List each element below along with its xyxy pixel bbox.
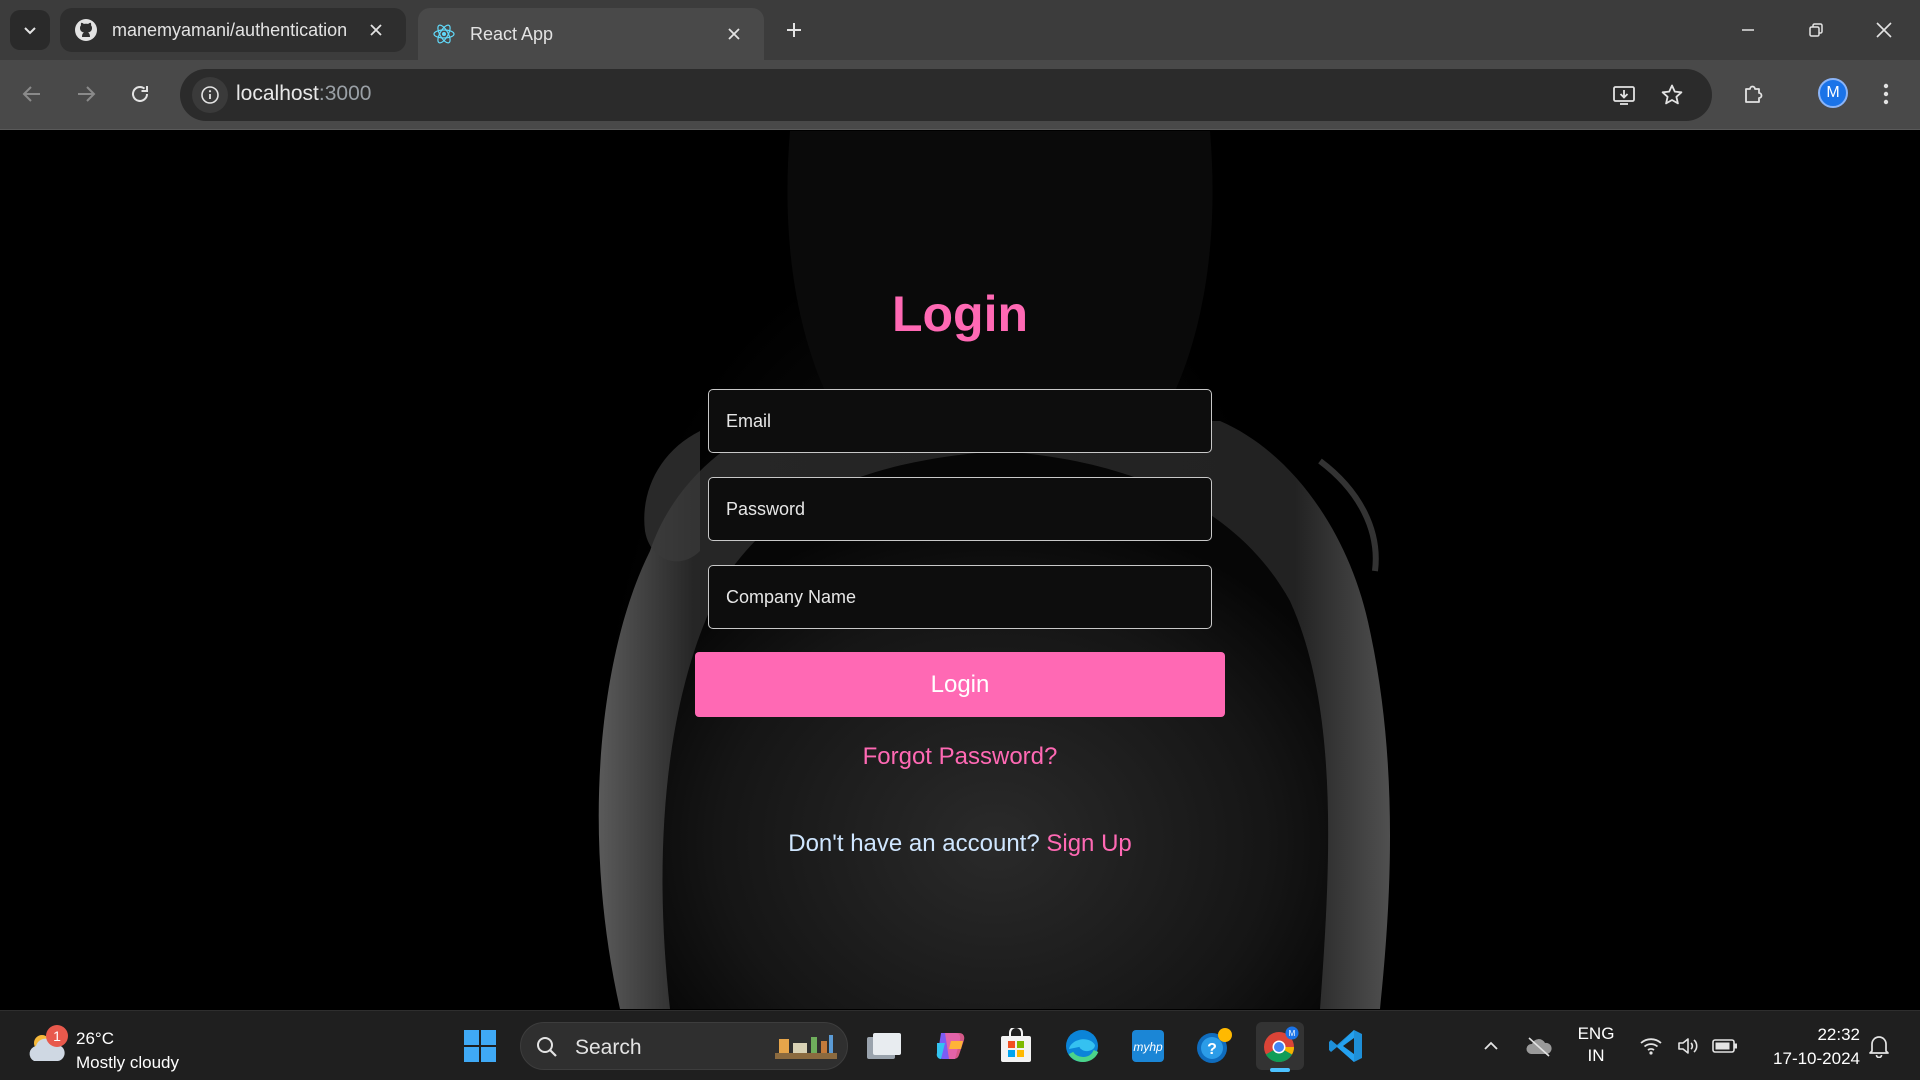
profile-avatar[interactable]: M bbox=[1818, 78, 1848, 108]
signup-prompt-text: Don't have an account? bbox=[788, 830, 1040, 857]
info-icon bbox=[201, 86, 219, 104]
arrow-left-icon bbox=[22, 86, 40, 102]
new-tab-button[interactable] bbox=[776, 12, 812, 48]
edge-icon[interactable] bbox=[1058, 1022, 1106, 1070]
url-host: localhost bbox=[236, 82, 319, 105]
forgot-password-link[interactable]: Forgot Password? bbox=[0, 743, 1920, 771]
tab-title: manemyamani/authentication bbox=[112, 19, 348, 40]
wifi-icon[interactable] bbox=[1636, 1031, 1666, 1061]
notification-bell-icon[interactable] bbox=[1864, 1031, 1894, 1061]
get-help-icon[interactable]: ? bbox=[1190, 1022, 1238, 1070]
tab-title: React App bbox=[470, 23, 554, 44]
install-app-icon[interactable] bbox=[1608, 79, 1640, 111]
svg-text:M: M bbox=[1289, 1029, 1296, 1038]
microsoft-store-icon[interactable] bbox=[992, 1022, 1040, 1070]
lang-line1: ENG bbox=[1577, 1024, 1615, 1043]
taskbar: 1 26°C Mostly cloudy Search myhp ? M ENG… bbox=[0, 1010, 1920, 1080]
email-field[interactable] bbox=[708, 389, 1212, 453]
signup-link[interactable]: Sign Up bbox=[1046, 830, 1131, 857]
file-explorer-icon[interactable] bbox=[860, 1022, 908, 1070]
chrome-icon[interactable]: M bbox=[1256, 1022, 1304, 1072]
close-icon[interactable] bbox=[364, 18, 388, 42]
extensions-button[interactable] bbox=[1734, 74, 1774, 114]
close-icon[interactable] bbox=[722, 22, 746, 46]
arrow-right-icon bbox=[78, 86, 96, 102]
more-vert-icon bbox=[1883, 83, 1889, 105]
close-window-button[interactable] bbox=[1850, 0, 1918, 60]
signup-prompt: Don't have an account? Sign Up bbox=[0, 830, 1920, 858]
close-icon bbox=[1876, 22, 1892, 38]
minimize-icon bbox=[1742, 29, 1754, 31]
browser-menu-button[interactable] bbox=[1866, 74, 1906, 114]
clock-time: 22:32 bbox=[1817, 1025, 1860, 1044]
notification-badge: 1 bbox=[46, 1025, 68, 1047]
url-text[interactable]: localhost:3000 bbox=[236, 82, 371, 106]
login-button[interactable]: Login bbox=[695, 652, 1225, 717]
tab-strip: manemyamani/authentication React App bbox=[0, 0, 1920, 60]
back-button[interactable] bbox=[12, 74, 52, 114]
minimize-button[interactable] bbox=[1714, 0, 1782, 60]
forward-button[interactable] bbox=[66, 74, 106, 114]
chevron-up-icon[interactable] bbox=[1476, 1031, 1506, 1061]
site-info-button[interactable] bbox=[192, 77, 228, 113]
tab-react-app[interactable]: React App bbox=[418, 8, 764, 60]
puzzle-icon bbox=[1745, 85, 1763, 103]
reload-button[interactable] bbox=[120, 74, 160, 114]
page-title: Login bbox=[891, 286, 1029, 342]
clock-date: 17-10-2024 bbox=[1773, 1049, 1860, 1068]
lang-line2: IN bbox=[1587, 1046, 1605, 1065]
restore-icon bbox=[1809, 23, 1823, 37]
input-language-indicator[interactable]: ENG IN bbox=[1576, 1023, 1616, 1067]
weather-widget[interactable]: 1 26°C Mostly cloudy bbox=[22, 1019, 222, 1073]
search-label: Search bbox=[575, 1036, 642, 1059]
address-bar[interactable]: localhost:3000 bbox=[180, 69, 1712, 121]
browser-toolbar: localhost:3000 M bbox=[0, 60, 1920, 130]
battery-icon[interactable] bbox=[1710, 1031, 1740, 1061]
windows-logo-icon bbox=[464, 1030, 496, 1062]
login-page: Login Login Forgot Password? Don't have … bbox=[0, 131, 1920, 1009]
svg-text:?: ? bbox=[1207, 1041, 1217, 1058]
tab-github[interactable]: manemyamani/authentication bbox=[60, 8, 406, 52]
svg-text:myhp: myhp bbox=[1133, 1040, 1163, 1054]
weather-temp: 26°C bbox=[76, 1029, 114, 1048]
active-app-indicator bbox=[1270, 1068, 1290, 1072]
chevron-down-icon bbox=[24, 27, 36, 35]
plus-icon bbox=[787, 23, 801, 37]
search-highlight-icon bbox=[775, 1035, 837, 1059]
volume-icon[interactable] bbox=[1674, 1031, 1704, 1061]
restore-button[interactable] bbox=[1782, 0, 1850, 60]
tab-search-button[interactable] bbox=[10, 10, 50, 50]
reload-icon bbox=[132, 85, 148, 102]
copilot-icon[interactable] bbox=[926, 1022, 974, 1070]
taskbar-search[interactable]: Search bbox=[520, 1022, 848, 1070]
url-port: :3000 bbox=[318, 82, 372, 105]
weather-condition: Mostly cloudy bbox=[76, 1053, 179, 1072]
bookmark-star-icon[interactable] bbox=[1656, 79, 1688, 111]
company-name-field[interactable] bbox=[708, 565, 1212, 629]
myhp-icon[interactable]: myhp bbox=[1124, 1022, 1172, 1070]
system-clock[interactable]: 22:32 17-10-2024 bbox=[1756, 1023, 1860, 1071]
react-icon bbox=[432, 22, 456, 46]
start-button[interactable] bbox=[458, 1024, 502, 1068]
password-field[interactable] bbox=[708, 477, 1212, 541]
search-icon bbox=[537, 1037, 557, 1057]
onedrive-offline-icon[interactable] bbox=[1524, 1031, 1554, 1061]
github-icon bbox=[74, 18, 98, 42]
vscode-icon[interactable] bbox=[1322, 1022, 1370, 1070]
